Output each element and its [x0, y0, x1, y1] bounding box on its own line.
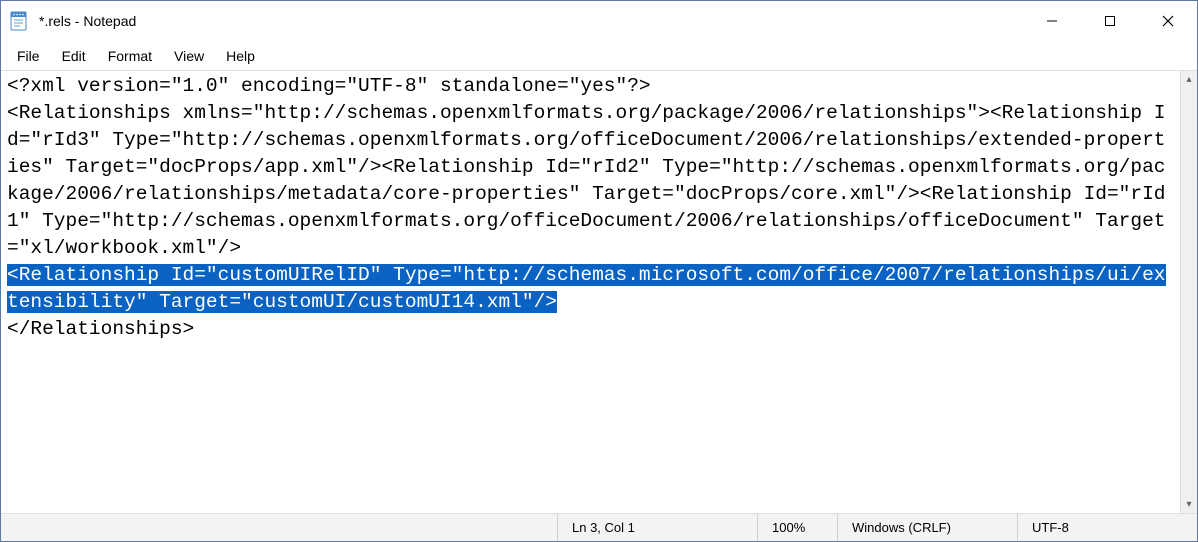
maximize-button[interactable] — [1081, 1, 1139, 41]
editor-area: <?xml version="1.0" encoding="UTF-8" sta… — [1, 71, 1197, 513]
status-encoding: UTF-8 — [1017, 514, 1197, 541]
scroll-up-icon[interactable]: ▴ — [1181, 71, 1197, 88]
menu-file[interactable]: File — [7, 44, 50, 68]
menubar: File Edit Format View Help — [1, 41, 1197, 71]
menu-help[interactable]: Help — [216, 44, 265, 68]
notepad-icon — [9, 11, 29, 31]
statusbar-spacer — [1, 514, 557, 541]
status-zoom: 100% — [757, 514, 837, 541]
menu-view[interactable]: View — [164, 44, 214, 68]
vertical-scrollbar[interactable]: ▴ ▾ — [1180, 71, 1197, 513]
text-selection: <Relationship Id="customUIRelID" Type="h… — [7, 264, 1166, 313]
scroll-down-icon[interactable]: ▾ — [1181, 496, 1197, 513]
text-editor[interactable]: <?xml version="1.0" encoding="UTF-8" sta… — [1, 71, 1180, 513]
close-button[interactable] — [1139, 1, 1197, 41]
notepad-window: *.rels - Notepad File Edit Format View H… — [0, 0, 1198, 542]
status-position: Ln 3, Col 1 — [557, 514, 757, 541]
titlebar[interactable]: *.rels - Notepad — [1, 1, 1197, 41]
statusbar: Ln 3, Col 1 100% Windows (CRLF) UTF-8 — [1, 513, 1197, 541]
menu-format[interactable]: Format — [98, 44, 162, 68]
minimize-button[interactable] — [1023, 1, 1081, 41]
window-title: *.rels - Notepad — [39, 13, 136, 29]
status-line-ending: Windows (CRLF) — [837, 514, 1017, 541]
menu-edit[interactable]: Edit — [52, 44, 96, 68]
